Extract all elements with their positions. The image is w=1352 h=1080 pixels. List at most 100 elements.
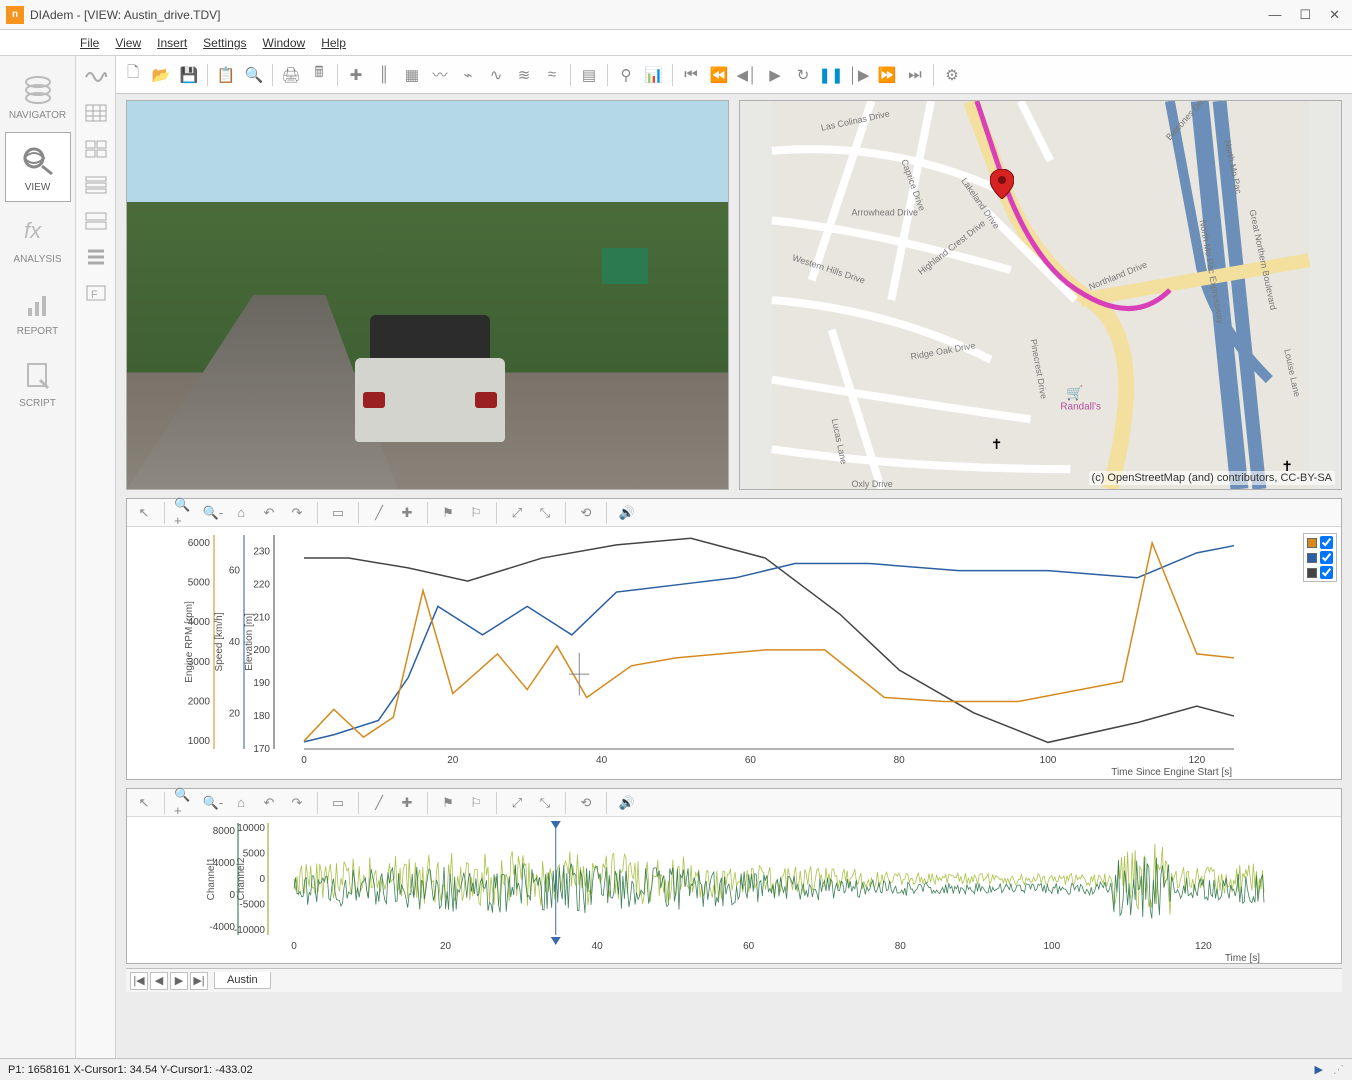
nav-report[interactable]: REPORT bbox=[5, 276, 71, 346]
ct-sound-icon[interactable]: 🔊 bbox=[616, 502, 638, 524]
legend-cb-speed[interactable] bbox=[1320, 551, 1333, 564]
ct-sound-icon[interactable]: 🔊 bbox=[616, 792, 638, 814]
tool-split-icon[interactable] bbox=[81, 206, 111, 236]
tb-step-back-icon[interactable]: ◀│ bbox=[734, 62, 760, 88]
ct-ruler2-icon[interactable]: ⤡ bbox=[534, 792, 556, 814]
menu-insert[interactable]: Insert bbox=[157, 36, 187, 50]
sheet-first-icon[interactable]: |◀ bbox=[130, 972, 148, 990]
tool-stack-icon[interactable] bbox=[81, 170, 111, 200]
nav-script[interactable]: SCRIPT bbox=[5, 348, 71, 418]
status-resize-grip-icon[interactable]: ⋰ bbox=[1333, 1063, 1344, 1076]
tool-wave-icon[interactable] bbox=[81, 62, 111, 92]
svg-text:20: 20 bbox=[229, 708, 241, 719]
tb-options-icon[interactable]: ⚙ bbox=[939, 62, 965, 88]
nav-view[interactable]: VIEW bbox=[5, 132, 71, 202]
ct-home-icon[interactable]: ⌂ bbox=[230, 792, 252, 814]
ct-sync-icon[interactable]: ⟲ bbox=[575, 792, 597, 814]
ct-cursor-icon[interactable]: ↖ bbox=[133, 792, 155, 814]
ct-flag-icon[interactable]: ⚑ bbox=[437, 792, 459, 814]
ct-flag2-icon[interactable]: ⚐ bbox=[465, 792, 487, 814]
tb-play-icon[interactable]: ▶ bbox=[762, 62, 788, 88]
maximize-button[interactable]: ☐ bbox=[1299, 7, 1311, 23]
tool-bars-icon[interactable] bbox=[81, 242, 111, 272]
minimize-button[interactable]: — bbox=[1268, 7, 1281, 23]
chart2-body[interactable]: -10000-50000500010000Channel2-4000040008… bbox=[127, 817, 1341, 963]
tool-film-icon[interactable]: F bbox=[81, 278, 111, 308]
sheet-tab-bar: |◀ ◀ ▶ ▶| Austin bbox=[126, 968, 1342, 992]
tb-curve3-icon[interactable]: ∿ bbox=[483, 62, 509, 88]
tb-save-icon[interactable]: 💾 bbox=[176, 62, 202, 88]
tb-print-icon[interactable]: 🖨 bbox=[278, 62, 304, 88]
ct-undo-zoom-icon[interactable]: ↶ bbox=[258, 502, 280, 524]
menu-settings[interactable]: Settings bbox=[203, 36, 246, 50]
ct-undo-zoom-icon[interactable]: ↶ bbox=[258, 792, 280, 814]
ct-box-icon[interactable]: ▭ bbox=[327, 502, 349, 524]
tb-props-icon[interactable]: 📋 bbox=[213, 62, 239, 88]
ct-ruler-icon[interactable]: ⤢ bbox=[506, 502, 528, 524]
tb-skip-first-icon[interactable]: ⏮ bbox=[678, 62, 704, 88]
tb-find-icon[interactable]: 🔍 bbox=[241, 62, 267, 88]
menu-view[interactable]: View bbox=[115, 36, 141, 50]
legend-cb-rpm[interactable] bbox=[1320, 536, 1333, 549]
ct-line-icon[interactable]: ╱ bbox=[368, 502, 390, 524]
close-button[interactable]: ✕ bbox=[1329, 7, 1340, 23]
menu-file[interactable]: File bbox=[80, 36, 99, 50]
ct-zoom-in-icon[interactable]: 🔍+ bbox=[174, 502, 196, 524]
nav-navigator[interactable]: NAVIGATOR bbox=[5, 60, 71, 130]
tb-curve2-icon[interactable]: ⌁ bbox=[455, 62, 481, 88]
tb-curve5-icon[interactable]: ≈ bbox=[539, 62, 565, 88]
svg-text:190: 190 bbox=[253, 678, 270, 689]
sheet-next-icon[interactable]: ▶ bbox=[170, 972, 188, 990]
ct-zoom-out-icon[interactable]: 🔍- bbox=[202, 502, 224, 524]
tb-rewind-icon[interactable]: ⏪ bbox=[706, 62, 732, 88]
ct-ruler2-icon[interactable]: ⤡ bbox=[534, 502, 556, 524]
status-play-icon[interactable]: ▶ bbox=[1315, 1063, 1323, 1076]
tb-fast-fwd-icon[interactable]: ⏩ bbox=[874, 62, 900, 88]
chart1-legend[interactable] bbox=[1303, 533, 1337, 582]
nav-analysis[interactable]: fx ANALYSIS bbox=[5, 204, 71, 274]
tb-pause-icon[interactable]: ❚❚ bbox=[818, 62, 844, 88]
tb-table-icon[interactable]: ▤ bbox=[576, 62, 602, 88]
ct-cursor-icon[interactable]: ↖ bbox=[133, 502, 155, 524]
sheet-tab[interactable]: Austin bbox=[214, 972, 271, 989]
tool-table-icon[interactable] bbox=[81, 98, 111, 128]
tb-skip-last-icon[interactable]: ⏭ bbox=[902, 62, 928, 88]
tb-calc-icon[interactable]: 🖩 bbox=[306, 62, 332, 88]
ct-ruler-icon[interactable]: ⤢ bbox=[506, 792, 528, 814]
tb-cursor-cross-icon[interactable]: ✚ bbox=[343, 62, 369, 88]
video-panel[interactable] bbox=[126, 100, 729, 490]
menu-bar: File View Insert Settings Window Help bbox=[0, 30, 1352, 56]
svg-text:0: 0 bbox=[291, 941, 297, 952]
sheet-prev-icon[interactable]: ◀ bbox=[150, 972, 168, 990]
tb-open-icon[interactable]: 📂 bbox=[148, 62, 174, 88]
tb-new-icon[interactable]: 🗋 bbox=[120, 62, 146, 88]
tb-loop-icon[interactable]: ↻ bbox=[790, 62, 816, 88]
svg-text:-10000: -10000 bbox=[234, 925, 266, 936]
tb-grid-icon[interactable]: ▦ bbox=[399, 62, 425, 88]
ct-crosshair-icon[interactable]: ✚ bbox=[396, 502, 418, 524]
tb-curve1-icon[interactable]: 〰 bbox=[427, 62, 453, 88]
menu-help[interactable]: Help bbox=[321, 36, 346, 50]
menu-window[interactable]: Window bbox=[263, 36, 306, 50]
ct-box-icon[interactable]: ▭ bbox=[327, 792, 349, 814]
ct-redo-zoom-icon[interactable]: ↷ bbox=[286, 792, 308, 814]
ct-flag2-icon[interactable]: ⚐ bbox=[465, 502, 487, 524]
ct-redo-zoom-icon[interactable]: ↷ bbox=[286, 502, 308, 524]
tb-curve4-icon[interactable]: ≋ bbox=[511, 62, 537, 88]
legend-cb-elev[interactable] bbox=[1320, 566, 1333, 579]
ct-zoom-out-icon[interactable]: 🔍- bbox=[202, 792, 224, 814]
ct-zoom-in-icon[interactable]: 🔍+ bbox=[174, 792, 196, 814]
tb-step-fwd-icon[interactable]: │▶ bbox=[846, 62, 872, 88]
chart1-body[interactable]: 170180190200210220230Elevation [m]204060… bbox=[127, 527, 1341, 779]
ct-line-icon[interactable]: ╱ bbox=[368, 792, 390, 814]
map-panel[interactable]: Las Colinas Drive Lakeland Drive Caprice… bbox=[739, 100, 1342, 490]
tb-parallel-icon[interactable]: ║ bbox=[371, 62, 397, 88]
ct-sync-icon[interactable]: ⟲ bbox=[575, 502, 597, 524]
tb-chart-icon[interactable]: 📊 bbox=[641, 62, 667, 88]
tool-grid-icon[interactable] bbox=[81, 134, 111, 164]
ct-flag-icon[interactable]: ⚑ bbox=[437, 502, 459, 524]
ct-crosshair-icon[interactable]: ✚ bbox=[396, 792, 418, 814]
tb-stats-icon[interactable]: ⚲ bbox=[613, 62, 639, 88]
sheet-last-icon[interactable]: ▶| bbox=[190, 972, 208, 990]
ct-home-icon[interactable]: ⌂ bbox=[230, 502, 252, 524]
